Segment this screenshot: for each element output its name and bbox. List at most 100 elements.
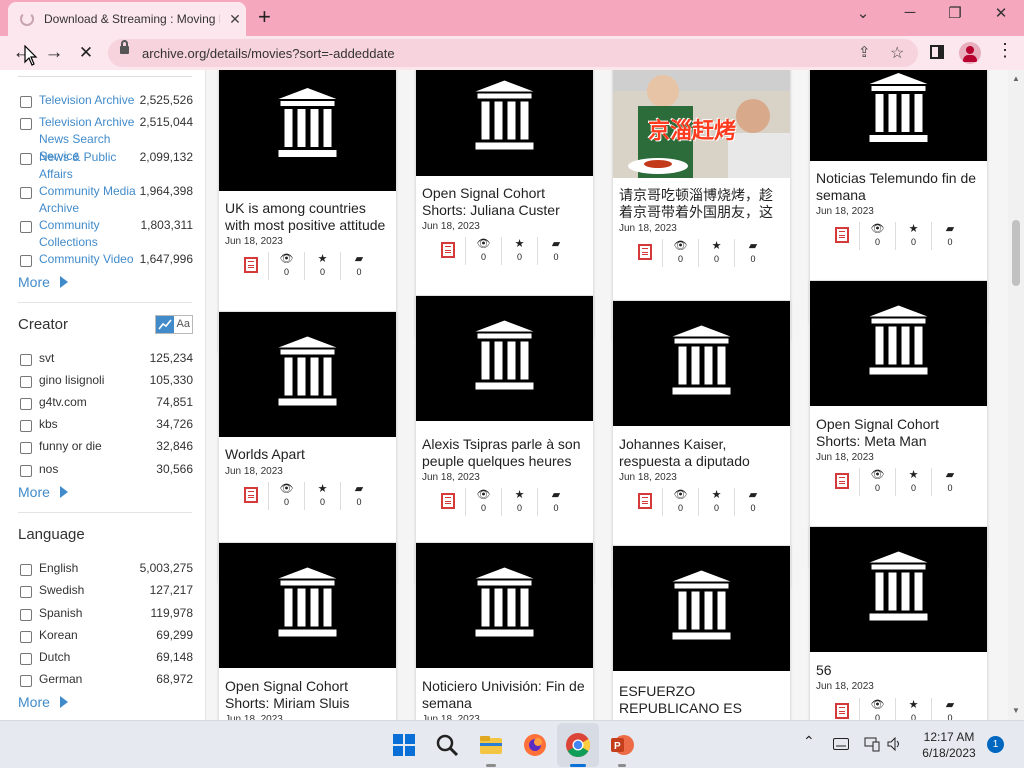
- thumbnail[interactable]: [416, 543, 593, 668]
- result-tile[interactable]: Open Signal Cohort Shorts: Miriam Sluis …: [218, 542, 397, 720]
- network-icon[interactable]: [864, 736, 880, 752]
- more-label[interactable]: More: [18, 274, 50, 290]
- keyboard-icon[interactable]: [833, 738, 849, 750]
- facet-label[interactable]: gino lisignoli: [39, 372, 141, 389]
- side-panel-icon[interactable]: [930, 45, 944, 59]
- bookmark-star-icon[interactable]: ☆: [890, 43, 904, 63]
- profile-avatar-icon[interactable]: [959, 42, 981, 64]
- text-view-toggle[interactable]: Aa: [174, 316, 192, 333]
- thumbnail[interactable]: [416, 70, 593, 176]
- facet-label[interactable]: nos: [39, 461, 141, 478]
- facet-label[interactable]: News & Public Affairs: [39, 149, 141, 183]
- facet-label[interactable]: English: [39, 560, 141, 577]
- address-bar[interactable]: archive.org/details/movies?sort=-addedda…: [108, 39, 918, 67]
- facet-checkbox[interactable]: [20, 653, 32, 665]
- tab-search-icon[interactable]: ⌄: [848, 4, 878, 22]
- facet-label[interactable]: g4tv.com: [39, 394, 141, 411]
- windows-start-icon[interactable]: [390, 731, 418, 759]
- system-clock[interactable]: 12:17 AM 6/18/2023: [920, 729, 978, 761]
- facet-label[interactable]: German: [39, 671, 141, 688]
- more-collections-link[interactable]: More: [18, 274, 68, 290]
- facet-view-toggle[interactable]: Aa: [155, 315, 193, 334]
- thumbnail[interactable]: [416, 296, 593, 421]
- tile-title[interactable]: Open Signal Cohort Shorts: Meta Man: [816, 416, 982, 450]
- thumbnail[interactable]: [219, 543, 396, 668]
- browser-tab-active[interactable]: Download & Streaming : Moving Image Arch…: [8, 2, 246, 36]
- result-tile[interactable]: Noticiero Univisión: Fin de semana Jun 1…: [415, 542, 594, 720]
- tile-title[interactable]: Noticias Telemundo fin de semana: [816, 170, 982, 204]
- share-icon[interactable]: ⇪: [858, 43, 871, 61]
- facet-checkbox[interactable]: [20, 376, 32, 388]
- facet-checkbox[interactable]: [20, 255, 32, 267]
- minimize-button[interactable]: ─: [895, 4, 925, 21]
- thumbnail[interactable]: [613, 301, 790, 426]
- facet-checkbox[interactable]: [20, 586, 32, 598]
- facet-label[interactable]: Community Media Archive: [39, 183, 141, 217]
- facet-label[interactable]: Television Archive: [39, 92, 141, 109]
- video-thumbnail[interactable]: 京淄赶烤: [613, 70, 790, 178]
- chart-view-icon[interactable]: [156, 316, 175, 333]
- scroll-up-arrow-icon[interactable]: ▲: [1012, 74, 1020, 83]
- forward-button[interactable]: →: [42, 41, 66, 65]
- facet-label[interactable]: Swedish: [39, 582, 141, 599]
- more-languages-link[interactable]: More: [18, 694, 68, 710]
- facet-label[interactable]: svt: [39, 350, 141, 367]
- facet-checkbox[interactable]: [20, 187, 32, 199]
- lock-icon[interactable]: [120, 40, 129, 56]
- notification-badge[interactable]: 1: [987, 736, 1004, 753]
- facet-checkbox[interactable]: [20, 631, 32, 643]
- result-tile[interactable]: Open Signal Cohort Shorts: Meta Man Jun …: [809, 280, 988, 567]
- restore-button[interactable]: ❐: [940, 4, 970, 22]
- thumbnail[interactable]: [219, 312, 396, 437]
- facet-checkbox[interactable]: [20, 118, 32, 130]
- tile-title[interactable]: UK is among countries with most positive…: [225, 200, 391, 234]
- facet-checkbox[interactable]: [20, 465, 32, 477]
- facet-label[interactable]: Dutch: [39, 649, 141, 666]
- facet-checkbox[interactable]: [20, 442, 32, 454]
- facet-label[interactable]: Community Video: [39, 251, 141, 268]
- facet-label[interactable]: Community Collections: [39, 217, 141, 251]
- facet-label[interactable]: Spanish: [39, 605, 141, 622]
- facet-checkbox[interactable]: [20, 420, 32, 432]
- thumbnail[interactable]: [810, 70, 987, 161]
- result-tile[interactable]: UK is among countries with most positive…: [218, 70, 397, 352]
- more-label[interactable]: More: [18, 484, 50, 500]
- facet-checkbox[interactable]: [20, 564, 32, 576]
- stop-loading-button[interactable]: ✕: [74, 41, 98, 65]
- more-label[interactable]: More: [18, 694, 50, 710]
- new-tab-button[interactable]: +: [258, 6, 271, 28]
- scroll-thumb[interactable]: [1012, 220, 1020, 286]
- close-window-button[interactable]: ✕: [986, 4, 1016, 22]
- facet-checkbox[interactable]: [20, 675, 32, 687]
- page-scrollbar[interactable]: ▲ ▼: [1008, 70, 1024, 720]
- facet-checkbox[interactable]: [20, 153, 32, 165]
- url-text[interactable]: archive.org/details/movies?sort=-addedda…: [142, 46, 395, 61]
- tile-title[interactable]: Open Signal Cohort Shorts: Juliana Custe…: [422, 185, 588, 219]
- tile-title[interactable]: Johannes Kaiser, respuesta a diputado: [619, 436, 785, 470]
- result-tile[interactable]: ESFUERZO REPUBLICANO ES Jun 18, 2023 👁 0…: [612, 545, 791, 720]
- browser-menu-icon[interactable]: ⋮: [996, 40, 1014, 61]
- tile-title[interactable]: Open Signal Cohort Shorts: Miriam Sluis: [225, 678, 391, 712]
- tile-title[interactable]: Alexis Tsipras parle à son peuple quelqu…: [422, 436, 588, 470]
- scroll-down-arrow-icon[interactable]: ▼: [1012, 706, 1020, 715]
- facet-checkbox[interactable]: [20, 398, 32, 410]
- tile-title[interactable]: 请京哥吃顿淄博烧烤，趁着京哥带着外国朋友，这: [619, 187, 785, 221]
- thumbnail[interactable]: [219, 70, 396, 191]
- thumbnail[interactable]: [613, 546, 790, 671]
- tile-title[interactable]: Noticiero Univisión: Fin de semana: [422, 678, 588, 712]
- facet-label[interactable]: Korean: [39, 627, 141, 644]
- more-creators-link[interactable]: More: [18, 484, 68, 500]
- facet-checkbox[interactable]: [20, 354, 32, 366]
- thumbnail[interactable]: [810, 527, 987, 652]
- result-tile[interactable]: Alexis Tsipras parle à son peuple quelqu…: [415, 295, 594, 582]
- facet-checkbox[interactable]: [20, 96, 32, 108]
- tile-title[interactable]: ESFUERZO REPUBLICANO ES: [619, 683, 785, 717]
- facet-checkbox[interactable]: [20, 221, 32, 233]
- powerpoint-icon[interactable]: P: [608, 731, 636, 759]
- facet-label[interactable]: funny or die: [39, 438, 141, 455]
- file-explorer-icon[interactable]: [477, 731, 505, 759]
- facet-label[interactable]: kbs: [39, 416, 141, 433]
- search-icon[interactable]: [433, 731, 461, 759]
- tile-title[interactable]: Worlds Apart: [225, 446, 391, 463]
- tile-title[interactable]: 56: [816, 662, 982, 679]
